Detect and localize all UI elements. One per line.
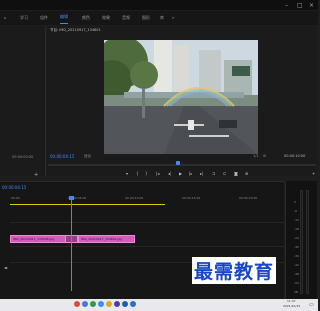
fit-dropdown[interactable]: 适合 xyxy=(84,154,91,159)
step-forward-icon[interactable]: |▸ xyxy=(189,170,192,178)
close-icon[interactable]: × xyxy=(309,2,314,9)
workspace-assembly[interactable]: 组件 xyxy=(40,11,48,25)
transport-controls: ▾ { } |◂ ◂| ▶ |▸ ▸| ⊐ ⊏ ◙ ⊞ + xyxy=(48,168,316,180)
workspace-bar: ⌂ 学习 组件 编辑 颜色 效果 音频 图形 库 » xyxy=(0,11,318,25)
meter-bar-right xyxy=(306,190,309,294)
workspace-learn[interactable]: 学习 xyxy=(20,11,28,25)
track-divider xyxy=(10,222,284,223)
workspace-color[interactable]: 颜色 xyxy=(82,11,90,25)
program-playhead[interactable] xyxy=(176,161,180,165)
work-area-bar[interactable] xyxy=(10,204,165,205)
app-icon[interactable] xyxy=(130,301,136,307)
meter-label: -48 xyxy=(294,272,299,276)
meter-label: -42 xyxy=(294,263,299,267)
timeline-playhead-line[interactable] xyxy=(71,199,72,291)
add-button-icon[interactable]: + xyxy=(312,170,315,178)
notification-icon[interactable]: ▭ xyxy=(309,302,314,308)
meter-unit: dB xyxy=(294,290,298,294)
meter-label: -24 xyxy=(294,236,299,240)
meter-label: 0 xyxy=(294,200,296,204)
workspace-libraries[interactable]: 库 xyxy=(160,11,164,25)
workspace-editing[interactable]: 编辑 xyxy=(60,11,68,24)
marker-icon[interactable]: ▾ xyxy=(126,170,128,178)
source-add-icon[interactable]: + xyxy=(34,172,38,178)
clock-date[interactable]: 2021/10/15 xyxy=(283,304,300,308)
meter-label: -18 xyxy=(294,227,299,231)
street-scene-image xyxy=(104,40,258,154)
in-point-icon[interactable]: { xyxy=(136,170,139,178)
play-icon[interactable]: ▶ xyxy=(179,170,182,178)
clock-time[interactable]: 11:07 xyxy=(287,299,296,303)
premiere-window: – □ × ⌂ 学习 组件 编辑 颜色 效果 音频 图形 库 » 00:00:0… xyxy=(0,0,318,311)
ruler-tick: 00:00 xyxy=(11,196,20,200)
track-divider xyxy=(10,246,284,247)
video-frame xyxy=(104,40,258,154)
workspace-effects[interactable]: 效果 xyxy=(102,11,110,25)
out-point-icon[interactable]: } xyxy=(145,170,148,178)
ruler-tick: 00:00:20:00 xyxy=(239,196,258,200)
workspace-graphics[interactable]: 图形 xyxy=(142,11,150,25)
resolution-dropdown[interactable]: 1/2 xyxy=(253,154,259,158)
app-icon[interactable] xyxy=(122,301,128,307)
meter-bar-left xyxy=(300,190,303,294)
go-to-in-icon[interactable]: |◂ xyxy=(156,170,159,178)
meter-label: -30 xyxy=(294,245,299,249)
program-current-timecode[interactable]: 00:00:04:15 xyxy=(50,154,74,159)
program-duration-timecode: 00:00:10:00 xyxy=(284,154,306,158)
timeline-clip[interactable]: IMG_20210917_134546.jpg xyxy=(10,235,66,243)
track-expand-icon[interactable]: ◂▸ xyxy=(4,265,8,270)
timeline-timecode[interactable]: 00:00:04:15 xyxy=(2,185,26,190)
button-editor-icon[interactable]: ⊞ xyxy=(245,170,248,178)
program-monitor-title[interactable]: 节目: IMG_20210917_134601 xyxy=(50,28,101,33)
watermark: 最需教育 xyxy=(192,257,277,284)
app-icon[interactable] xyxy=(98,301,104,307)
minimize-icon[interactable]: – xyxy=(285,2,288,9)
app-icon[interactable] xyxy=(74,301,80,307)
app-icon[interactable] xyxy=(106,301,112,307)
meter-label: -36 xyxy=(294,254,299,258)
go-to-out-icon[interactable]: ▸| xyxy=(200,170,203,178)
source-timecode: 00:00:00:00 xyxy=(12,155,34,159)
home-icon[interactable]: ⌂ xyxy=(4,11,7,25)
lift-icon[interactable]: ⊐ xyxy=(212,170,215,178)
ruler-tick: 00:00:10:00 xyxy=(125,196,144,200)
source-panel: 00:00:00:00 + xyxy=(0,26,46,178)
settings-icon[interactable]: ⚙ xyxy=(263,154,266,158)
meter-label: -6 xyxy=(294,209,297,213)
app-icon[interactable] xyxy=(82,301,88,307)
ruler-tick: 00:00:15:00 xyxy=(182,196,201,200)
meter-label: -54 xyxy=(294,281,299,285)
extract-icon[interactable]: ⊏ xyxy=(223,170,226,178)
step-back-icon[interactable]: ◂| xyxy=(168,170,171,178)
workspace-overflow[interactable]: » xyxy=(172,11,174,25)
timeline-clip[interactable]: IMG_20210917_134601.jpg xyxy=(78,235,135,243)
title-bar: – □ × xyxy=(0,0,318,10)
export-frame-icon[interactable]: ◙ xyxy=(234,170,238,178)
app-icon[interactable] xyxy=(114,301,120,307)
app-icon[interactable] xyxy=(90,301,96,307)
workspace-audio[interactable]: 音频 xyxy=(122,11,130,25)
maximize-icon[interactable]: □ xyxy=(297,2,303,9)
windows-taskbar: 11:07 2021/10/15 ▭ xyxy=(0,299,318,311)
program-scrub-bar[interactable] xyxy=(48,164,316,166)
meter-label: -12 xyxy=(294,218,299,222)
